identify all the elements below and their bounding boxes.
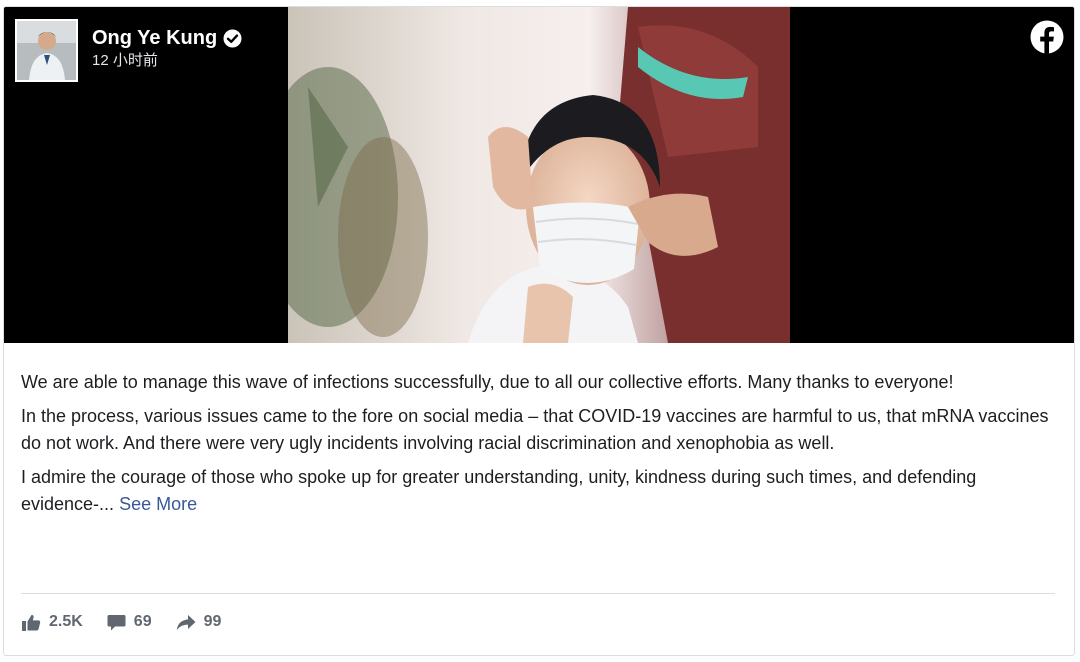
facebook-logo-icon[interactable] (1030, 20, 1064, 54)
author-name[interactable]: Ong Ye Kung (92, 26, 217, 50)
stats-divider (21, 593, 1055, 594)
post-stats: 2.5K 69 99 (22, 613, 245, 631)
like-stat[interactable]: 2.5K (22, 613, 83, 631)
post-timestamp[interactable]: 12 小时前 (92, 51, 242, 71)
child-wearing-mask-photo (288, 7, 790, 343)
comment-stat[interactable]: 69 (107, 613, 152, 631)
author-portrait-icon (17, 21, 76, 80)
author-name-row[interactable]: Ong Ye Kung (92, 26, 242, 50)
verified-badge-icon (223, 29, 242, 48)
share-stat[interactable]: 99 (176, 613, 222, 631)
share-arrow-icon (176, 614, 196, 630)
post-body: We are able to manage this wave of infec… (21, 369, 1051, 525)
post-paragraph-1: We are able to manage this wave of infec… (21, 372, 954, 392)
like-count: 2.5K (49, 613, 83, 630)
share-count: 99 (203, 613, 222, 630)
post-media[interactable]: Ong Ye Kung 12 小时前 (4, 7, 1074, 343)
post-paragraph-2: In the process, various issues came to t… (21, 406, 1049, 453)
facebook-post-card: Ong Ye Kung 12 小时前 We are able to manage… (3, 6, 1075, 656)
post-author: Ong Ye Kung 12 小时前 (15, 19, 242, 82)
comment-count: 69 (133, 613, 152, 630)
see-more-link[interactable]: See More (119, 494, 197, 514)
thumbs-up-icon (22, 614, 41, 631)
post-paragraph-3: I admire the courage of those who spoke … (21, 464, 1051, 518)
comment-icon (107, 614, 126, 630)
author-avatar[interactable] (15, 19, 78, 82)
post-photo[interactable] (288, 7, 790, 343)
